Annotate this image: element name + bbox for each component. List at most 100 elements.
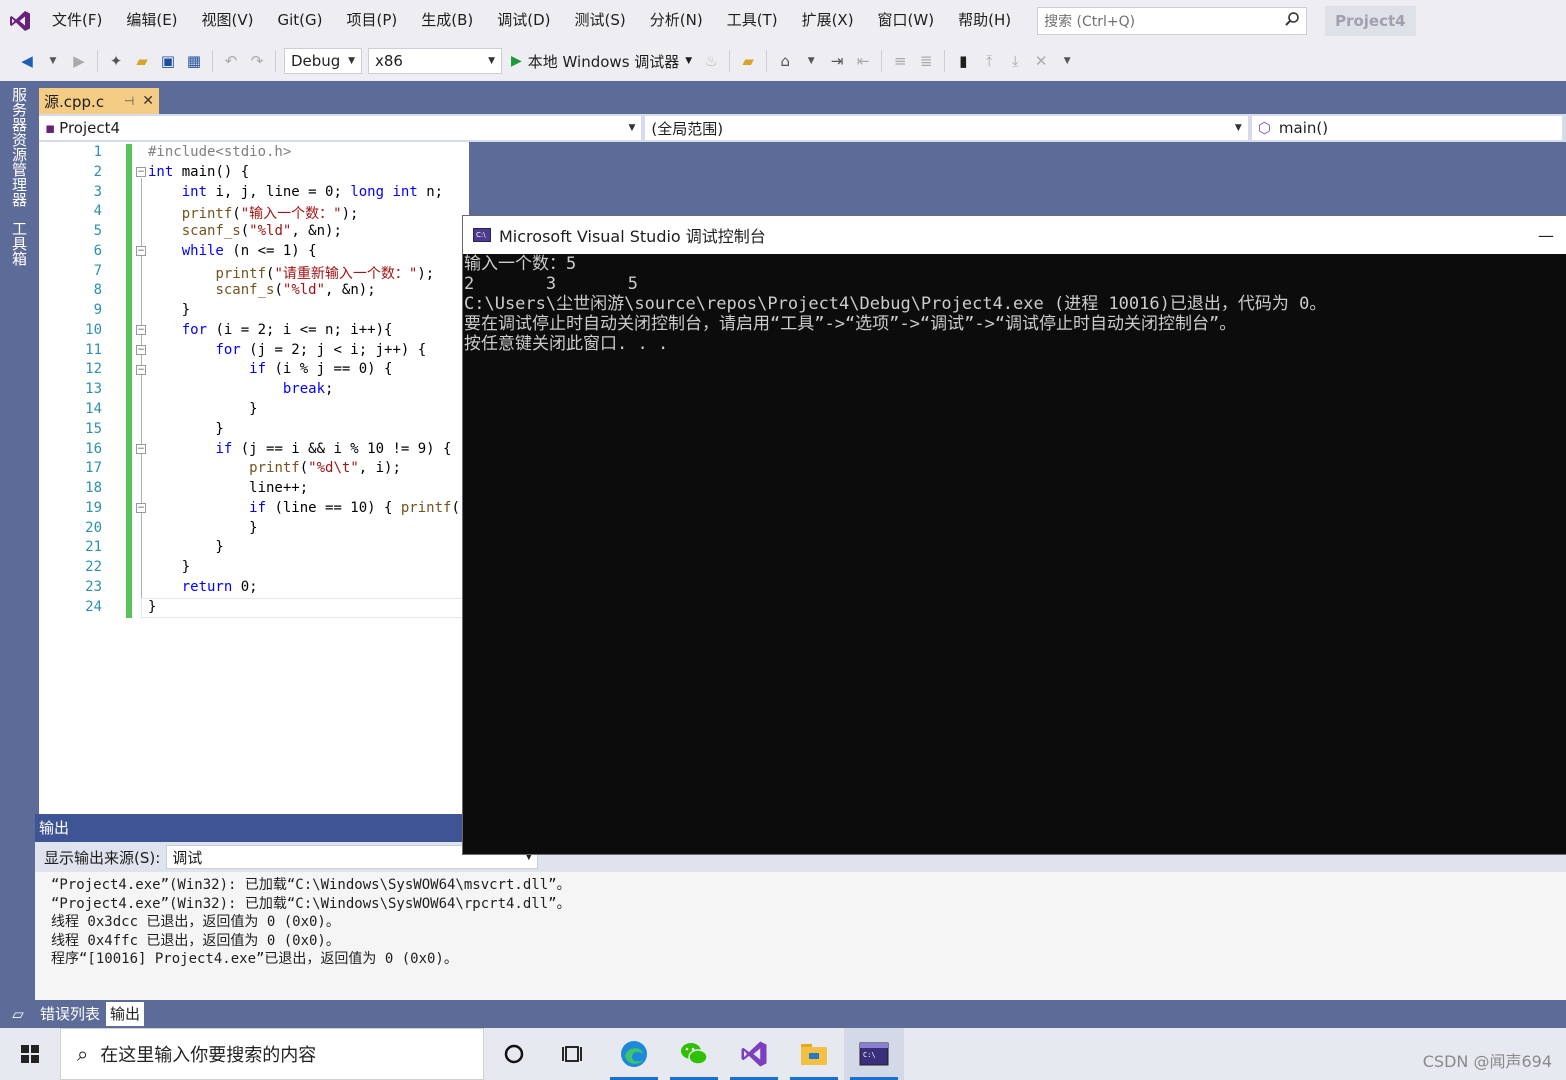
line-number: 6 — [93, 243, 102, 259]
next-bookmark-icon[interactable]: ⤓ — [1004, 49, 1026, 73]
folder-search-icon[interactable]: ▰ — [737, 49, 759, 73]
task-view-icon[interactable] — [544, 1028, 604, 1080]
output-line: “Project4.exe”(Win32): 已加载“C:\Windows\Sy… — [51, 895, 571, 912]
line-number: 24 — [85, 599, 102, 615]
back-dropdown-icon[interactable]: ▼ — [42, 49, 64, 73]
toolbox-tab[interactable]: 工具箱 — [9, 221, 30, 266]
menu-tools[interactable]: 工具(T) — [715, 0, 790, 41]
member-select[interactable]: ⬡ main() — [1251, 116, 1562, 140]
code-line: scanf_s("%ld", &n); — [215, 282, 376, 298]
menu-help[interactable]: 帮助(H) — [946, 0, 1023, 41]
unindent-icon[interactable]: ⇤ — [852, 49, 874, 73]
minimize-icon[interactable]: — — [1521, 226, 1566, 245]
visual-studio-taskbar-icon[interactable] — [724, 1028, 784, 1080]
function-token: printf — [400, 500, 452, 516]
tab-error-list[interactable]: 错误列表 — [36, 1002, 104, 1026]
server-explorer-tab[interactable]: 服务器资源管理器 — [9, 87, 30, 207]
save-icon[interactable]: ▣ — [157, 49, 179, 73]
menu-build[interactable]: 生成(B) — [409, 0, 485, 41]
line-number: 12 — [85, 361, 102, 377]
output-text-area[interactable]: “Project4.exe”(Win32): 已加载“C:\Windows\Sy… — [35, 872, 1566, 969]
toolbar-separator — [97, 50, 98, 72]
keyword-token: for — [181, 322, 208, 338]
console-line: 按任意键关闭此窗口. . . — [464, 334, 669, 354]
console-output[interactable]: 输入一个数：5 2 3 5 C:\Users\尘世闲游\source\repos… — [463, 254, 1566, 354]
redo-icon[interactable]: ↷ — [246, 49, 268, 73]
pin-icon[interactable]: ⊣ — [124, 94, 134, 108]
edge-browser-icon[interactable] — [604, 1028, 664, 1080]
menu-project[interactable]: 项目(P) — [335, 0, 410, 41]
function-token: scanf_s — [181, 223, 241, 239]
solution-configuration-select[interactable]: Debug ▼ — [284, 48, 362, 74]
panel-layout-icon[interactable]: ▱ — [0, 1005, 36, 1023]
uncomment-icon[interactable]: ≣ — [915, 49, 937, 73]
back-icon[interactable]: ◀ — [16, 49, 38, 73]
file-explorer-icon[interactable] — [784, 1028, 844, 1080]
console-line: 输入一个数：5 — [464, 254, 577, 274]
keyword-token: int — [148, 164, 174, 180]
console-taskbar-icon[interactable]: C:\ — [844, 1028, 904, 1080]
menu-window[interactable]: 窗口(W) — [866, 0, 947, 41]
navigation-bar: ▪ Project4 ▼ (全局范围) ▼ ⬡ main() — [39, 114, 1566, 142]
bottom-tool-tabs: ▱ 错误列表 输出 — [0, 1000, 1566, 1028]
new-item-icon[interactable]: ✦ — [105, 49, 127, 73]
scope-select[interactable]: (全局范围) ▼ — [645, 116, 1248, 140]
configuration-value: Debug — [291, 52, 341, 70]
windows-start-icon[interactable] — [0, 1028, 60, 1080]
document-tab[interactable]: 源.cpp.c ⊣ ✕ — [39, 88, 159, 114]
browser-icon[interactable]: ⌂ — [774, 49, 796, 73]
code-line: for (j = 2; j < i; j++) { — [215, 342, 427, 358]
console-line: C:\Users\尘世闲游\source\repos\Project4\Debu… — [464, 294, 1327, 314]
toolbar-overflow-icon[interactable]: ▼ — [800, 49, 822, 73]
undo-icon[interactable]: ↶ — [220, 49, 242, 73]
visual-studio-logo-icon — [0, 0, 40, 41]
taskbar-search-input[interactable]: ⌕ 在这里输入你要搜索的内容 — [60, 1028, 484, 1080]
menu-view[interactable]: 视图(V) — [190, 0, 266, 41]
menu-test[interactable]: 测试(S) — [563, 0, 638, 41]
standard-toolbar: ◀ ▼ ▶ ✦ ▰ ▣ ▦ ↶ ↷ Debug ▼ x86 ▼ ▶ 本地 Win… — [0, 41, 1566, 81]
left-tool-strip: 服务器资源管理器 工具箱 — [0, 81, 38, 1001]
solution-platform-select[interactable]: x86 ▼ — [368, 48, 502, 74]
chevron-down-icon: ▼ — [488, 56, 495, 66]
console-app-icon: C:\ — [473, 228, 491, 242]
line-number: 15 — [85, 421, 102, 437]
close-icon[interactable]: ✕ — [142, 93, 154, 109]
menu-extensions[interactable]: 扩展(X) — [790, 0, 866, 41]
output-source-label: 显示输出来源(S): — [44, 848, 161, 867]
clear-bookmarks-icon[interactable]: ✕ — [1030, 49, 1052, 73]
code-editor[interactable]: − − − − − − − 1 2 3 4 5 6 7 8 9 10 11 12… — [39, 142, 612, 814]
comment-icon[interactable]: ≡ — [889, 49, 911, 73]
tab-output[interactable]: 输出 — [106, 1002, 145, 1026]
prev-bookmark-icon[interactable]: ⤒ — [978, 49, 1000, 73]
toolbar-options-icon[interactable]: ▼ — [1056, 49, 1078, 73]
project-select[interactable]: ▪ Project4 ▼ — [39, 116, 642, 140]
output-source-value: 调试 — [172, 848, 203, 867]
svg-text:C:\: C:\ — [863, 1051, 876, 1059]
menu-debug[interactable]: 调试(D) — [485, 0, 562, 41]
line-number: 17 — [85, 460, 102, 476]
open-folder-icon[interactable]: ▰ — [131, 49, 153, 73]
member-select-value: main() — [1278, 119, 1329, 137]
start-debugging-button[interactable]: ▶ 本地 Windows 调试器 ▼ — [511, 51, 692, 72]
wechat-icon[interactable] — [664, 1028, 724, 1080]
hot-reload-icon[interactable]: ♨ — [700, 49, 722, 73]
forward-icon[interactable]: ▶ — [68, 49, 90, 73]
step-icon[interactable]: ⇥ — [826, 49, 848, 73]
save-all-icon[interactable]: ▦ — [183, 49, 205, 73]
keyword-token: int — [392, 184, 418, 200]
menu-analyze[interactable]: 分析(N) — [638, 0, 715, 41]
cortana-icon[interactable] — [484, 1028, 544, 1080]
line-number: 7 — [93, 263, 102, 279]
code-line: } — [148, 520, 258, 536]
menu-git[interactable]: Git(G) — [266, 0, 335, 41]
debug-console-window[interactable]: C:\ Microsoft Visual Studio 调试控制台 — 输入一个… — [462, 215, 1566, 855]
line-number: 2 — [93, 164, 102, 180]
search-input[interactable]: 搜索 (Ctrl+Q) — [1037, 6, 1308, 35]
menu-file[interactable]: 文件(F) — [40, 0, 114, 41]
keyword-token: if — [249, 500, 267, 516]
output-line: 线程 0x3dcc 已退出，返回值为 0 (0x0)。 — [51, 914, 340, 930]
console-titlebar[interactable]: C:\ Microsoft Visual Studio 调试控制台 — — [463, 216, 1566, 254]
line-number: 3 — [93, 184, 102, 200]
bookmark-icon[interactable]: ▮ — [952, 49, 974, 73]
menu-edit[interactable]: 编辑(E) — [114, 0, 189, 41]
